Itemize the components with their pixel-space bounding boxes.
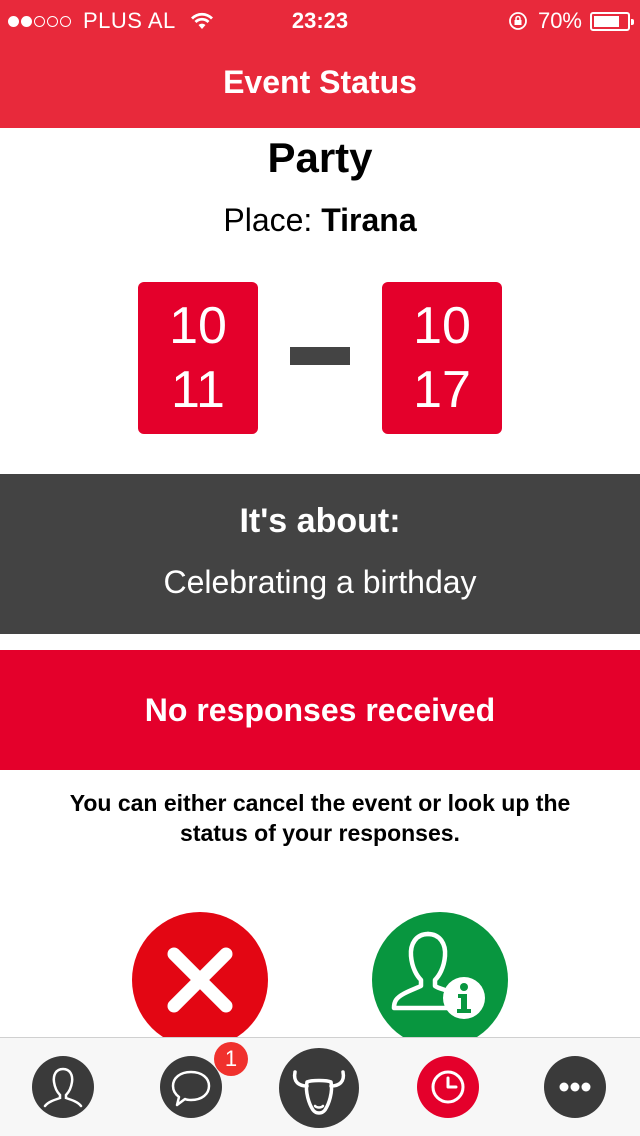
end-date-line2: 17 xyxy=(413,361,471,419)
tab-events[interactable] xyxy=(417,1056,479,1118)
response-status-button[interactable] xyxy=(372,912,508,1048)
cancel-event-button[interactable] xyxy=(132,912,268,1048)
chat-icon xyxy=(171,1070,211,1107)
place-label: Place: xyxy=(223,202,313,238)
more-icon xyxy=(559,1082,591,1092)
clock-icon xyxy=(431,1070,465,1104)
tab-more[interactable] xyxy=(544,1056,606,1118)
tab-chat[interactable] xyxy=(160,1056,222,1118)
tab-home-logo[interactable] xyxy=(279,1048,359,1128)
page-title: Event Status xyxy=(223,64,417,100)
battery-icon xyxy=(590,11,634,31)
event-place: Place: Tirana xyxy=(0,202,640,239)
rotation-lock-icon xyxy=(509,12,527,30)
about-title: It's about: xyxy=(239,502,401,540)
status-right: 70% xyxy=(508,8,634,34)
response-status-banner: No responses received xyxy=(0,650,640,770)
header: PLUS AL 23:23 70% Event Status xyxy=(0,0,640,128)
bull-logo-icon xyxy=(292,1070,346,1115)
end-date-box: 10 17 xyxy=(382,282,502,434)
about-section: It's about: Celebrating a birthday xyxy=(0,474,640,634)
user-info-icon xyxy=(391,931,485,1019)
chat-badge: 1 xyxy=(214,1042,248,1076)
end-date-line1: 10 xyxy=(413,297,471,355)
start-date-line2: 11 xyxy=(171,361,225,419)
status-bar: PLUS AL 23:23 70% xyxy=(0,0,640,40)
event-name: Party xyxy=(267,134,373,181)
start-date-box: 10 11 xyxy=(138,282,258,434)
about-text: Celebrating a birthday xyxy=(163,564,477,600)
start-date-line1: 10 xyxy=(169,297,227,355)
date-range-dash xyxy=(290,347,350,365)
tab-bar xyxy=(0,1037,640,1136)
tab-profile[interactable] xyxy=(32,1056,94,1118)
battery-percent: 70% xyxy=(537,8,582,33)
profile-icon xyxy=(43,1067,83,1108)
close-icon xyxy=(167,947,233,1013)
place-value: Tirana xyxy=(321,202,417,238)
info-text: You can either cancel the event or look … xyxy=(69,790,571,846)
